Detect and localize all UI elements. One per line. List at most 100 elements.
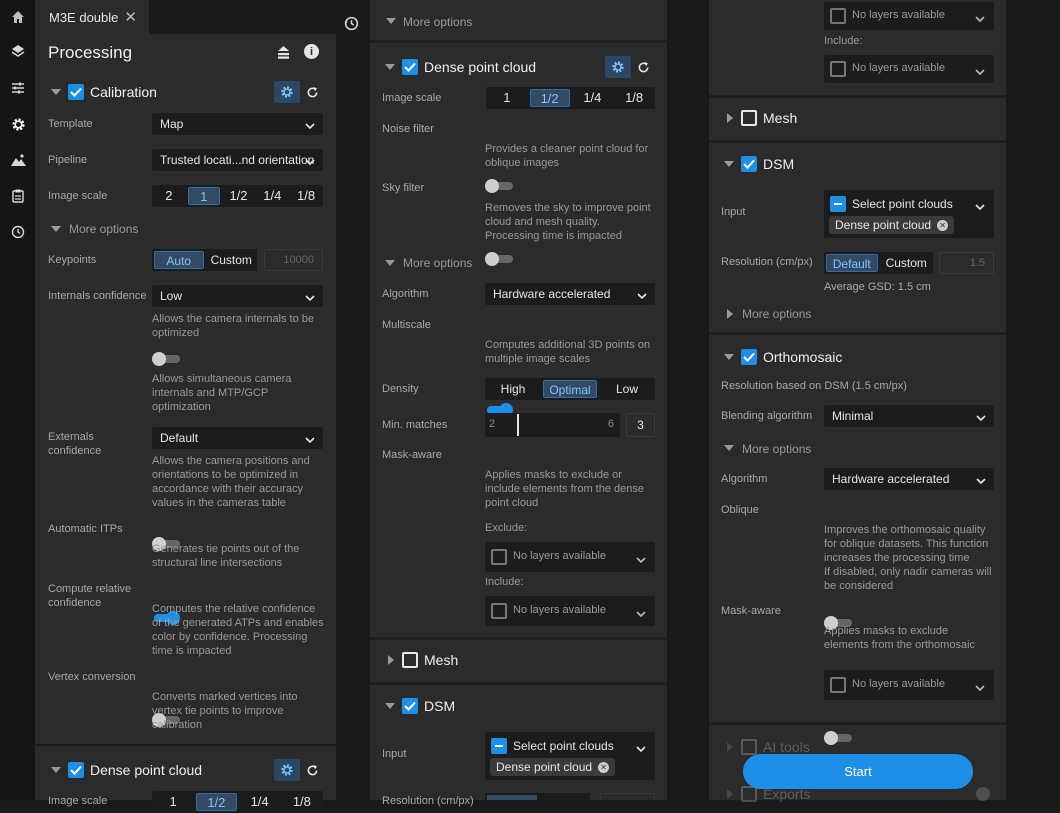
more-options-caret-icon[interactable] xyxy=(51,226,61,232)
calibration-checkbox[interactable] xyxy=(68,84,84,100)
more-options-caret-icon[interactable] xyxy=(724,445,734,451)
reset-icon[interactable] xyxy=(630,56,656,78)
keypoints-input[interactable]: 10000 xyxy=(264,249,323,271)
collapse-caret-icon[interactable] xyxy=(51,767,61,773)
collapse-caret-icon[interactable] xyxy=(385,64,395,70)
partial-checkbox[interactable] xyxy=(491,738,507,754)
res-input[interactable]: 1.5 xyxy=(939,252,994,274)
algorithm-select[interactable]: Hardware accelerated xyxy=(485,283,655,305)
chip-remove-icon[interactable]: ✕ xyxy=(598,761,610,773)
slider-handle[interactable] xyxy=(517,414,519,436)
dsm-checkbox[interactable] xyxy=(402,698,418,714)
chip-remove-icon[interactable]: ✕ xyxy=(937,219,949,231)
input-select[interactable]: Select point clouds Dense point cloud ✕ xyxy=(485,732,655,780)
terrain-icon[interactable] xyxy=(0,145,36,175)
dense-checkbox[interactable] xyxy=(68,762,84,778)
scale-option-selected[interactable]: 1/2 xyxy=(196,793,237,811)
history-icon[interactable] xyxy=(344,16,359,34)
more-options-toggle[interactable]: More options xyxy=(742,307,811,321)
info-icon[interactable]: i xyxy=(304,44,319,59)
more-options-toggle[interactable]: More options xyxy=(403,256,472,270)
scale-option[interactable]: 1/8 xyxy=(615,89,653,107)
dsm-checkbox[interactable] xyxy=(741,156,757,172)
scale-option[interactable]: 1/8 xyxy=(291,187,321,205)
mesh-checkbox[interactable] xyxy=(402,652,418,668)
scale-option[interactable]: 1 xyxy=(154,793,192,811)
settings-gear-icon[interactable] xyxy=(605,56,631,78)
simultaneous-toggle[interactable] xyxy=(152,352,180,366)
collapse-caret-icon[interactable] xyxy=(724,354,734,360)
externals-select[interactable]: Default xyxy=(152,427,323,449)
mesh-checkbox[interactable] xyxy=(741,110,757,126)
scale-option[interactable]: 1/4 xyxy=(257,187,287,205)
layers-select[interactable]: No layers available xyxy=(824,2,994,30)
minmatch-slider[interactable]: 2 6 xyxy=(485,413,620,437)
reset-icon[interactable] xyxy=(299,759,325,781)
collapse-caret-icon[interactable] xyxy=(385,703,395,709)
layer-checkbox[interactable] xyxy=(830,8,846,24)
algorithm-select[interactable]: Hardware accelerated xyxy=(824,468,994,490)
res-input-cut[interactable] xyxy=(600,793,655,800)
more-options-toggle[interactable]: More options xyxy=(403,15,472,29)
tab-project[interactable]: M3E double ✕ xyxy=(36,0,149,34)
start-button[interactable]: Start xyxy=(743,754,973,789)
collapse-caret-icon[interactable] xyxy=(51,89,61,95)
more-options-caret-icon[interactable] xyxy=(386,18,396,24)
ai-tools-checkbox[interactable] xyxy=(741,739,757,755)
history-icon[interactable] xyxy=(0,217,36,247)
mask-layers-select[interactable]: No layers available xyxy=(824,670,994,700)
sky-toggle[interactable] xyxy=(485,252,513,266)
density-optimal[interactable]: Optimal xyxy=(543,380,597,398)
settings-gear-icon[interactable] xyxy=(274,81,300,103)
clipboard-icon[interactable] xyxy=(0,181,36,211)
scale-option[interactable]: 1/4 xyxy=(574,89,612,107)
more-options-toggle[interactable]: More options xyxy=(742,442,811,456)
blend-select[interactable]: Minimal xyxy=(824,405,994,427)
scale-option[interactable]: 1/2 xyxy=(224,187,254,205)
home-icon[interactable] xyxy=(0,2,36,32)
minmatch-value[interactable]: 3 xyxy=(626,413,655,437)
keypoints-auto[interactable]: Auto xyxy=(154,251,204,269)
gear-icon[interactable] xyxy=(0,109,36,139)
scale-option-selected[interactable]: 1/2 xyxy=(529,89,570,107)
info-icon[interactable] xyxy=(976,787,990,801)
sliders-icon[interactable] xyxy=(0,73,36,103)
template-select[interactable]: Map xyxy=(152,113,323,135)
scale-option[interactable]: 2 xyxy=(154,187,184,205)
keypoints-custom[interactable]: Custom xyxy=(208,251,256,269)
settings-gear-icon[interactable] xyxy=(274,759,300,781)
more-options-caret-icon[interactable] xyxy=(385,260,395,266)
mask-toggle[interactable] xyxy=(824,731,852,745)
layer-checkbox[interactable] xyxy=(830,677,846,693)
noise-toggle[interactable] xyxy=(485,179,513,193)
scale-option[interactable]: 1/8 xyxy=(283,793,321,811)
partial-checkbox[interactable] xyxy=(830,196,846,212)
input-select[interactable]: Select point clouds Dense point cloud ✕ xyxy=(824,190,994,238)
more-options-caret-icon[interactable] xyxy=(727,309,733,319)
res-custom[interactable]: Custom xyxy=(882,254,932,272)
scale-option[interactable]: 1 xyxy=(488,89,526,107)
expand-caret-icon[interactable] xyxy=(727,789,733,799)
exclude-layers-select[interactable]: No layers available xyxy=(485,542,655,572)
dense-checkbox[interactable] xyxy=(402,59,418,75)
include-checkbox[interactable] xyxy=(491,603,507,619)
density-high[interactable]: High xyxy=(487,380,539,398)
scale-option[interactable]: 1/4 xyxy=(241,793,279,811)
expand-caret-icon[interactable] xyxy=(388,655,394,665)
stack-icon[interactable] xyxy=(277,45,290,63)
res-default[interactable]: Default xyxy=(826,254,878,272)
exclude-checkbox[interactable] xyxy=(491,549,507,565)
include-layers-select[interactable]: No layers available xyxy=(485,596,655,626)
include-layers-select[interactable]: No layers available xyxy=(824,55,994,83)
expand-caret-icon[interactable] xyxy=(727,742,733,752)
pipeline-select[interactable]: Trusted locati...nd orientation xyxy=(152,149,323,171)
layers-icon[interactable] xyxy=(0,36,36,66)
expand-caret-icon[interactable] xyxy=(727,113,733,123)
scale-option-selected[interactable]: 1 xyxy=(187,187,220,205)
collapse-caret-icon[interactable] xyxy=(724,161,734,167)
close-icon[interactable]: ✕ xyxy=(124,8,137,26)
reset-icon[interactable] xyxy=(299,81,325,103)
more-options-toggle[interactable]: More options xyxy=(69,222,138,236)
ortho-checkbox[interactable] xyxy=(741,349,757,365)
internals-select[interactable]: Low xyxy=(152,285,323,307)
